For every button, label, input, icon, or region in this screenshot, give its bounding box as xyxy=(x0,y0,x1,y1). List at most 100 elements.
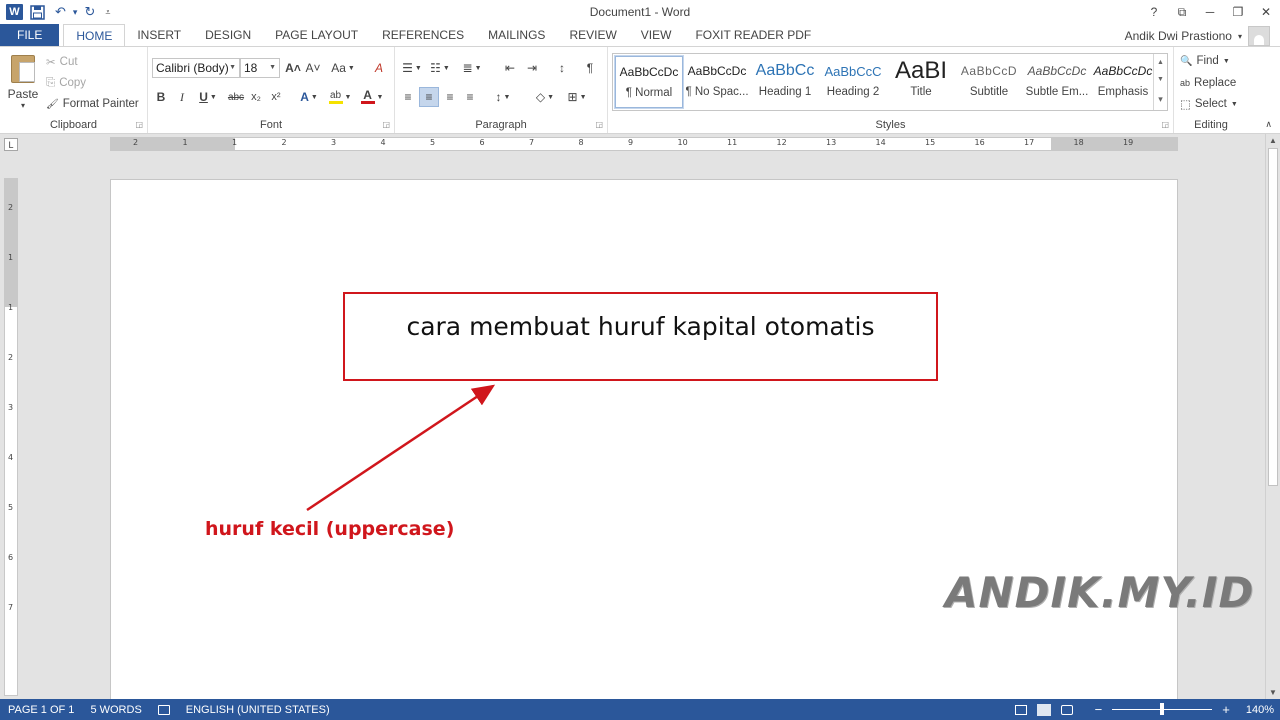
numbering-icon[interactable]: ☷ ▼ xyxy=(427,58,453,78)
tab-page-layout[interactable]: PAGE LAYOUT xyxy=(263,24,370,46)
tab-design[interactable]: DESIGN xyxy=(193,24,263,46)
gallery-scroll-down-icon[interactable]: ▼ xyxy=(1157,76,1164,83)
tab-references[interactable]: REFERENCES xyxy=(370,24,476,46)
zoom-slider-thumb[interactable] xyxy=(1160,703,1165,715)
minimize-button[interactable]: ─ xyxy=(1196,0,1224,24)
style-heading-1[interactable]: AaBbCc Heading 1 xyxy=(751,56,819,108)
zoom-in-button[interactable]: + xyxy=(1222,702,1230,717)
center-align-icon[interactable]: ≡ xyxy=(419,87,439,107)
paragraph-launcher-icon[interactable]: ◲ xyxy=(595,120,603,129)
language-status[interactable]: ENGLISH (UNITED STATES) xyxy=(178,704,338,716)
font-name-dropdown-icon[interactable]: ▼ xyxy=(229,64,236,71)
gallery-scroll-up-icon[interactable]: ▲ xyxy=(1157,59,1164,66)
close-button[interactable]: ✕ xyxy=(1252,0,1280,24)
superscript-icon[interactable]: x² xyxy=(268,87,284,107)
page-count-status[interactable]: PAGE 1 OF 1 xyxy=(0,704,82,716)
avatar[interactable] xyxy=(1248,26,1270,46)
tab-selector-button[interactable]: L xyxy=(4,138,18,151)
line-spacing-icon[interactable]: ↕ ▼ xyxy=(489,87,517,107)
style-subtle-emphasis[interactable]: AaBbCcDc Subtle Em... xyxy=(1023,56,1091,108)
highlight-color-icon[interactable]: ab ▼ xyxy=(326,87,354,107)
horizontal-ruler[interactable]: 2 1 1 2 3 4 5 6 7 8 9 10 11 12 13 14 15 16 17 18 19 xyxy=(110,137,1178,151)
paste-button[interactable]: Paste ▾ xyxy=(6,53,40,111)
text-effects-icon[interactable]: A ▼ xyxy=(296,87,322,107)
print-layout-icon[interactable] xyxy=(1036,703,1051,716)
style-emphasis[interactable]: AaBbCcDc Emphasis xyxy=(1089,56,1157,108)
save-icon[interactable] xyxy=(27,3,48,21)
vertical-ruler[interactable]: 2 1 1 2 3 4 5 6 7 xyxy=(4,178,18,696)
style-heading-2[interactable]: AaBbCcC Heading 2 xyxy=(819,56,887,108)
increase-indent-icon[interactable]: ⇥ xyxy=(523,58,541,78)
customize-qat-icon[interactable]: ⩡ xyxy=(102,3,113,21)
undo-dropdown-icon[interactable]: ▾ xyxy=(73,3,78,21)
replace-button[interactable]: ab Replace xyxy=(1180,74,1236,92)
underline-icon[interactable]: U ▼ xyxy=(196,87,220,107)
tab-review[interactable]: REVIEW xyxy=(557,24,628,46)
ruler-number: 5 xyxy=(430,138,436,147)
help-button[interactable]: ? xyxy=(1140,0,1168,24)
restore-button[interactable]: ❐ xyxy=(1224,0,1252,24)
sort-icon[interactable]: ↕ xyxy=(553,58,571,78)
scroll-down-icon[interactable]: ▼ xyxy=(1269,688,1277,697)
find-button[interactable]: 🔍 Find ▼ xyxy=(1180,52,1230,70)
zoom-out-button[interactable]: − xyxy=(1095,702,1103,717)
bullets-icon[interactable]: ☰ ▼ xyxy=(399,58,425,78)
style-normal[interactable]: AaBbCcDc ¶ Normal xyxy=(614,55,684,109)
tab-insert[interactable]: INSERT xyxy=(125,24,193,46)
zoom-level[interactable]: 140% xyxy=(1246,704,1274,716)
grow-font-icon[interactable]: A˄ xyxy=(284,58,302,78)
web-layout-icon[interactable] xyxy=(1060,704,1073,715)
borders-icon[interactable]: ⊞ ▼ xyxy=(563,87,591,107)
undo-icon[interactable]: ↶ xyxy=(52,3,69,21)
format-painter-button[interactable]: 🖌 Format Painter xyxy=(46,95,139,113)
strikethrough-icon[interactable]: abc xyxy=(226,87,246,107)
show-formatting-marks-icon[interactable]: ¶ xyxy=(581,58,599,78)
tab-foxit-reader-pdf[interactable]: FOXIT READER PDF xyxy=(683,24,823,46)
gallery-more-icon[interactable]: ▾ xyxy=(1158,94,1163,105)
vertical-scrollbar[interactable]: ▲ ▼ xyxy=(1265,134,1280,699)
decrease-indent-icon[interactable]: ⇤ xyxy=(501,58,519,78)
style-subtitle[interactable]: AaBbCcD Subtitle xyxy=(955,56,1023,108)
font-size-combo[interactable]: 18 ▼ xyxy=(240,58,280,78)
read-mode-icon[interactable] xyxy=(1014,704,1027,715)
collapse-ribbon-icon[interactable]: ∧ xyxy=(1265,119,1272,130)
bold-icon[interactable]: B xyxy=(154,87,168,107)
scrollbar-thumb[interactable] xyxy=(1268,148,1278,486)
font-color-icon[interactable]: A ▼ xyxy=(358,87,386,107)
change-case-icon[interactable]: Aa ▼ xyxy=(330,58,356,78)
align-left-icon[interactable]: ≡ xyxy=(399,87,417,107)
shrink-font-icon[interactable]: A˅ xyxy=(304,58,322,78)
redo-icon[interactable]: ↻ xyxy=(81,3,98,21)
cut-button[interactable]: ✂ Cut xyxy=(46,53,78,71)
copy-button[interactable]: ⎘ Copy xyxy=(46,74,86,92)
tab-view[interactable]: VIEW xyxy=(629,24,684,46)
zoom-slider[interactable] xyxy=(1112,703,1213,715)
ribbon-display-button[interactable]: ⧉ xyxy=(1168,0,1196,24)
shading-icon[interactable]: ◇ ▼ xyxy=(531,87,559,107)
paste-dropdown-icon[interactable]: ▾ xyxy=(21,101,25,110)
align-right-icon[interactable]: ≡ xyxy=(441,87,459,107)
clear-formatting-icon[interactable]: A xyxy=(370,58,388,78)
user-account[interactable]: Andik Dwi Prastiono ▾ xyxy=(1125,26,1270,46)
select-button[interactable]: ⬚ Select ▼ xyxy=(1180,95,1238,113)
clipboard-launcher-icon[interactable]: ◲ xyxy=(135,120,143,129)
document-page[interactable]: cara membuat huruf kapital otomatis huru… xyxy=(110,179,1253,699)
scroll-up-icon[interactable]: ▲ xyxy=(1269,136,1277,145)
tab-mailings[interactable]: MAILINGS xyxy=(476,24,557,46)
font-size-dropdown-icon[interactable]: ▼ xyxy=(269,64,276,71)
style-no-spacing[interactable]: AaBbCcDc ¶ No Spac... xyxy=(683,56,751,108)
tab-file[interactable]: FILE xyxy=(0,24,60,46)
user-dropdown-icon[interactable]: ▾ xyxy=(1238,32,1242,41)
style-title[interactable]: AaBI Title xyxy=(887,56,955,108)
tab-home[interactable]: HOME xyxy=(63,24,126,46)
justify-icon[interactable]: ≡ xyxy=(461,87,479,107)
multilevel-list-icon[interactable]: ≣ ▼ xyxy=(457,58,487,78)
font-name-combo[interactable]: Calibri (Body) ▼ xyxy=(152,58,240,78)
proofing-status[interactable] xyxy=(150,704,178,715)
word-count-status[interactable]: 5 WORDS xyxy=(82,704,149,716)
word-logo-icon[interactable]: W xyxy=(6,4,23,20)
styles-launcher-icon[interactable]: ◲ xyxy=(1161,120,1169,129)
subscript-icon[interactable]: x₂ xyxy=(248,87,264,107)
italic-icon[interactable]: I xyxy=(175,87,189,107)
font-launcher-icon[interactable]: ◲ xyxy=(382,120,390,129)
